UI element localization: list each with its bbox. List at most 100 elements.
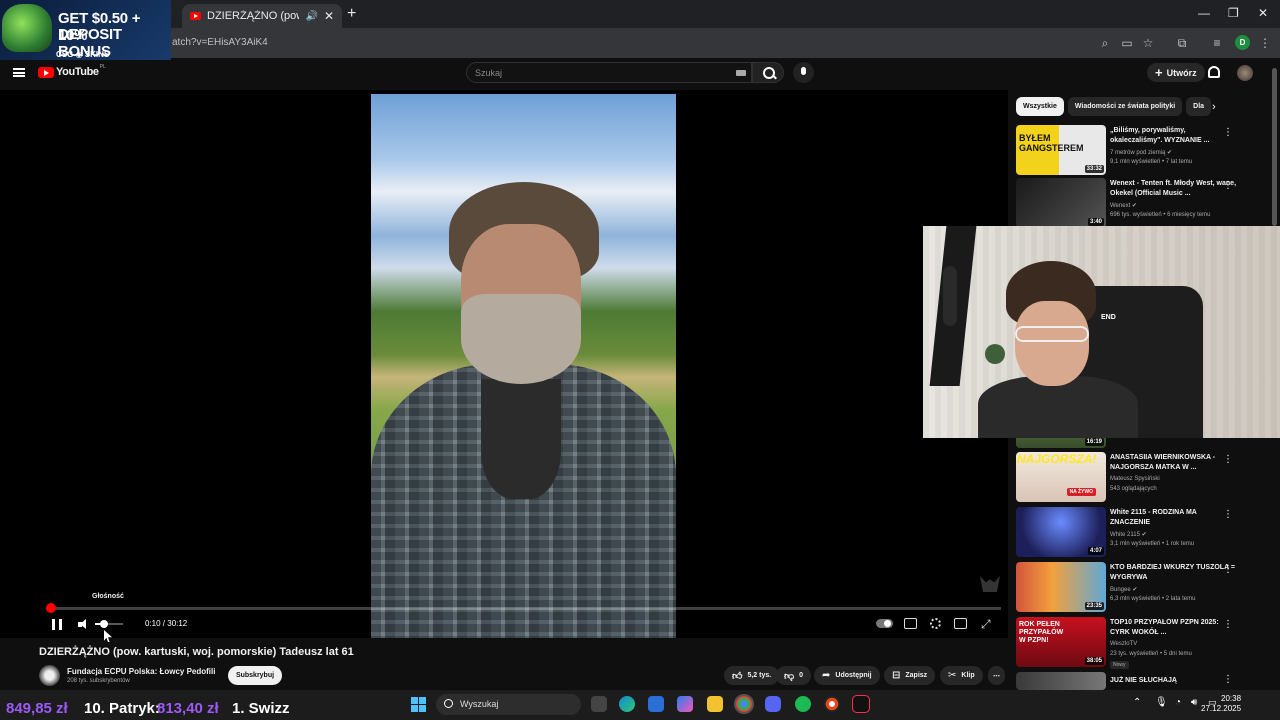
new-tab-button[interactable]: + — [347, 5, 356, 23]
video-thumbnail[interactable] — [1016, 672, 1106, 690]
video-channel[interactable]: Mateusz Spysiński — [1110, 476, 1160, 482]
more-options-icon[interactable]: ⋮ — [1223, 127, 1233, 138]
video-thumbnail[interactable]: 4:07 — [1016, 507, 1106, 557]
cast-icon[interactable]: ▭ — [1120, 36, 1134, 50]
video-thumbnail[interactable]: BYŁEM GANGSTEREM 33:32 — [1016, 125, 1106, 175]
taskbar-search[interactable]: Wyszukaj — [436, 694, 581, 715]
chip-all[interactable]: Wszystkie — [1016, 97, 1064, 116]
file-explorer-icon[interactable] — [707, 696, 723, 712]
obs-icon[interactable] — [824, 696, 840, 712]
video-thumbnail[interactable]: ROK PEŁEN PRZYPAŁÓW W PZPN! 38:05 — [1016, 617, 1106, 667]
browser-profile-avatar[interactable]: D — [1235, 35, 1250, 50]
video-frame[interactable] — [371, 94, 676, 638]
volume-knob[interactable] — [100, 620, 108, 628]
clip-button[interactable]: ✂ Klip — [940, 666, 983, 685]
video-channel[interactable]: 7 metrów pod ziemią ✔ — [1110, 149, 1172, 156]
share-button[interactable]: ➦ Udostępnij — [814, 666, 880, 685]
subscribe-button[interactable]: Subskrybuj — [228, 666, 282, 685]
browser-tab-active[interactable]: DZIERŻĄŻNO (pow. kartuski 🔊 ✕ — [182, 4, 342, 28]
more-options-icon[interactable]: ⋮ — [1223, 564, 1233, 575]
video-thumbnail[interactable]: 23:35 — [1016, 562, 1106, 612]
autoplay-toggle[interactable] — [876, 619, 893, 628]
video-thumbnail[interactable]: NAJGORSZA! NA ŻYWO — [1016, 452, 1106, 502]
windows-start-icon[interactable] — [411, 697, 426, 712]
chip-politics[interactable]: Wiadomości ze świata polityki — [1067, 97, 1183, 116]
media-controls-icon[interactable]: ≡ — [1210, 36, 1224, 50]
recommended-video[interactable]: JUŻ NIE SŁUCHAJĄ ⋮ — [1016, 672, 1266, 690]
edge-browser-icon[interactable] — [619, 696, 635, 712]
fullscreen-icon[interactable]: ⤢ — [981, 617, 991, 632]
browser-menu-icon[interactable]: ⋮ — [1258, 36, 1272, 50]
discord-icon[interactable] — [765, 696, 781, 712]
recommended-video[interactable]: BYŁEM GANGSTEREM 33:32 „Biliśmy, porywal… — [1016, 125, 1266, 175]
more-options-icon[interactable]: ⋮ — [1223, 180, 1233, 191]
video-thumbnail[interactable]: 3:40 — [1016, 178, 1106, 228]
video-title[interactable]: ANASTASIIA WIERNIKOWSKA - NAJGORSZA MATK… — [1110, 453, 1238, 473]
video-title[interactable]: „Biliśmy, porywaliśmy, okaleczaliśmy". W… — [1110, 126, 1238, 146]
progress-scrubber[interactable] — [46, 603, 57, 613]
subtitles-icon[interactable] — [904, 618, 917, 629]
recommended-video[interactable]: 4:07 White 2115 - RODZINA MA ZNACZENIE W… — [1016, 507, 1266, 557]
tray-overflow-icon[interactable]: ⌃ — [1133, 697, 1141, 708]
dislike-button[interactable]: 👎︎ 0 — [776, 666, 812, 685]
video-channel[interactable]: WeszloTV — [1110, 641, 1137, 647]
like-button[interactable]: 👍︎ 5,2 tys. — [724, 666, 780, 685]
recommended-video[interactable]: ROK PEŁEN PRZYPAŁÓW W PZPN! 38:05 TOP10 … — [1016, 617, 1266, 669]
more-options-icon[interactable]: ⋮ — [1223, 454, 1233, 465]
spotify-icon[interactable] — [795, 696, 811, 712]
task-view-icon[interactable] — [591, 696, 607, 712]
create-button[interactable]: + Utwórz — [1147, 63, 1205, 82]
page-scrollbar[interactable] — [1272, 68, 1277, 226]
video-channel[interactable]: White 2115 ✔ — [1110, 531, 1147, 538]
system-clock[interactable]: 20:38 27.12.2025 — [1201, 694, 1241, 714]
channel-avatar[interactable] — [39, 665, 60, 686]
copilot-icon[interactable] — [677, 696, 693, 712]
video-channel[interactable]: Bungee ✔ — [1110, 586, 1137, 593]
save-button[interactable]: ⊟ Zapisz — [884, 666, 936, 685]
tab-audio-icon[interactable]: 🔊 — [305, 11, 317, 22]
microsoft-store-icon[interactable] — [648, 696, 664, 712]
chip-for-you[interactable]: Dla — [1186, 97, 1212, 116]
youtube-logo[interactable]: YouTube PL — [38, 64, 106, 78]
channel-name[interactable]: Fundacja ECPU Polska: Łowcy Pedofili — [67, 667, 215, 676]
progress-bar[interactable] — [46, 603, 1001, 613]
url-field[interactable]: atch?v=EHisAY3AiK4 — [172, 37, 268, 48]
more-actions-button[interactable]: ⋯ — [988, 666, 1005, 685]
tab-close-icon[interactable]: ✕ — [324, 9, 334, 23]
settings-gear-icon[interactable] — [930, 618, 941, 629]
chrome-icon[interactable] — [734, 694, 754, 714]
close-window-button[interactable]: ✕ — [1258, 6, 1268, 20]
volume-icon[interactable] — [78, 619, 90, 630]
video-player[interactable]: Głośność 0:10 / 30:12 ⤢ — [0, 90, 1008, 642]
pause-button[interactable] — [52, 619, 62, 630]
video-title[interactable]: TOP10 PRZYPAŁÓW PZPN 2025: CYRK WOKÓŁ ..… — [1110, 618, 1238, 638]
tray-mic-icon[interactable]: 🎙︎ — [1155, 697, 1168, 708]
recommended-video[interactable]: NAJGORSZA! NA ŻYWO ANASTASIIA WIERNIKOWS… — [1016, 452, 1266, 502]
notifications-bell-icon[interactable] — [1208, 66, 1220, 78]
minimize-button[interactable]: — — [1198, 6, 1210, 20]
more-options-icon[interactable]: ⋮ — [1223, 619, 1233, 630]
menu-hamburger-icon[interactable] — [13, 68, 25, 77]
bookmark-star-icon[interactable]: ☆ — [1141, 36, 1155, 50]
more-options-icon[interactable]: ⋮ — [1223, 509, 1233, 520]
search-button[interactable] — [752, 62, 784, 83]
zoom-icon[interactable]: ⌕ — [1098, 36, 1112, 50]
video-title[interactable]: KTO BARDZIEJ WKURZY TUSZOLA = WYGRYWA — [1110, 563, 1238, 583]
volume-tray-icon[interactable]: 🔊︎ — [1191, 697, 1197, 708]
video-title[interactable]: White 2115 - RODZINA MA ZNACZENIE — [1110, 508, 1238, 528]
recommended-video[interactable]: 23:35 KTO BARDZIEJ WKURZY TUSZOLA = WYGR… — [1016, 562, 1266, 612]
maximize-button[interactable]: ❐ — [1228, 6, 1239, 20]
recommended-video[interactable]: 3:40 Wenext - Tenten ft. Młody West, wan… — [1016, 178, 1266, 228]
tiktok-icon[interactable] — [852, 695, 870, 713]
video-title[interactable]: Wenext - Tenten ft. Młody West, wane, Ok… — [1110, 179, 1238, 199]
extensions-icon[interactable]: ⧉ — [1175, 36, 1189, 50]
more-options-icon[interactable]: ⋮ — [1223, 674, 1233, 685]
search-input[interactable] — [467, 63, 717, 83]
video-channel[interactable]: Wenext ✔ — [1110, 202, 1137, 209]
video-title[interactable]: JUŻ NIE SŁUCHAJĄ — [1110, 676, 1238, 686]
wifi-icon[interactable]: ◔ — [1175, 697, 1181, 708]
account-avatar[interactable] — [1237, 65, 1253, 81]
theater-mode-icon[interactable] — [954, 618, 967, 629]
keyboard-icon[interactable] — [736, 70, 746, 76]
chips-next-icon[interactable]: › — [1212, 101, 1216, 113]
